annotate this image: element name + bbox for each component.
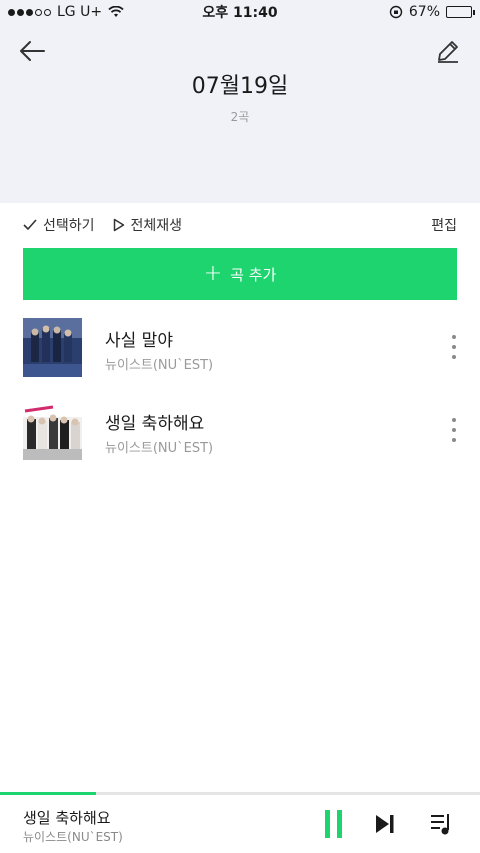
select-button[interactable]: 선택하기: [23, 215, 95, 235]
mini-player[interactable]: 생일 축하해요 뉴이스트(NU`EST): [0, 792, 480, 853]
add-song-label: 곡 추가: [230, 265, 277, 284]
play-all-label: 전체재생: [130, 218, 183, 234]
song-row[interactable]: 생일 축하해요 뉴이스트(NU`EST): [0, 401, 480, 484]
more-vertical-icon: [452, 335, 456, 339]
more-options-button[interactable]: [444, 415, 464, 445]
plus-icon: +: [203, 261, 223, 286]
album-art: [23, 318, 82, 377]
more-options-button[interactable]: [444, 332, 464, 362]
queue-button[interactable]: [428, 810, 456, 838]
list-toolbar: 선택하기 전체재생 편집: [0, 203, 480, 247]
carrier-label: LG U+: [57, 4, 103, 20]
pause-button[interactable]: [318, 809, 348, 839]
battery-percent: 67%: [408, 4, 440, 20]
queue-list-icon: [431, 814, 449, 835]
song-artist: 뉴이스트(NU`EST): [105, 358, 214, 373]
next-button[interactable]: [372, 811, 398, 837]
status-left: LG U+: [8, 4, 124, 20]
status-bar: LG U+ 오후 11:40 67%: [0, 0, 480, 24]
edit-button[interactable]: 편집: [431, 215, 457, 235]
now-playing-artist: 뉴이스트(NU`EST): [23, 830, 123, 844]
progress-bar[interactable]: [0, 792, 480, 795]
page-title: 07월19일: [191, 74, 289, 99]
album-art: [23, 401, 82, 460]
check-icon: [23, 219, 37, 231]
back-arrow-icon: [20, 41, 45, 61]
skip-next-icon: [376, 815, 394, 833]
now-playing-title: 생일 축하해요: [23, 809, 111, 827]
song-list: 사실 말야 뉴이스트(NU`EST) 생일 축하해요 뉴이스트(NU`EST): [0, 318, 480, 484]
add-song-button[interactable]: + 곡 추가: [23, 248, 457, 300]
signal-icon: [8, 8, 51, 16]
status-right: 67%: [389, 4, 475, 20]
wifi-icon: [108, 6, 124, 17]
back-button[interactable]: [14, 36, 50, 66]
pencil-icon: [438, 41, 458, 63]
pause-icon: [324, 810, 330, 838]
progress-fill: [0, 792, 96, 795]
song-title: 생일 축하해요: [105, 414, 205, 434]
battery-icon: [446, 6, 475, 18]
edit-title-button[interactable]: [432, 36, 464, 66]
play-outline-icon: [113, 218, 124, 232]
song-row[interactable]: 사실 말야 뉴이스트(NU`EST): [0, 318, 480, 401]
playlist-header: 07월19일 2곡: [0, 24, 480, 203]
orientation-lock-icon: [389, 5, 403, 19]
song-count: 2곡: [230, 110, 250, 124]
song-artist: 뉴이스트(NU`EST): [105, 441, 214, 456]
play-all-button[interactable]: 전체재생: [113, 215, 183, 235]
more-vertical-icon: [452, 418, 456, 422]
song-title: 사실 말야: [105, 331, 173, 351]
select-label: 선택하기: [43, 218, 95, 234]
